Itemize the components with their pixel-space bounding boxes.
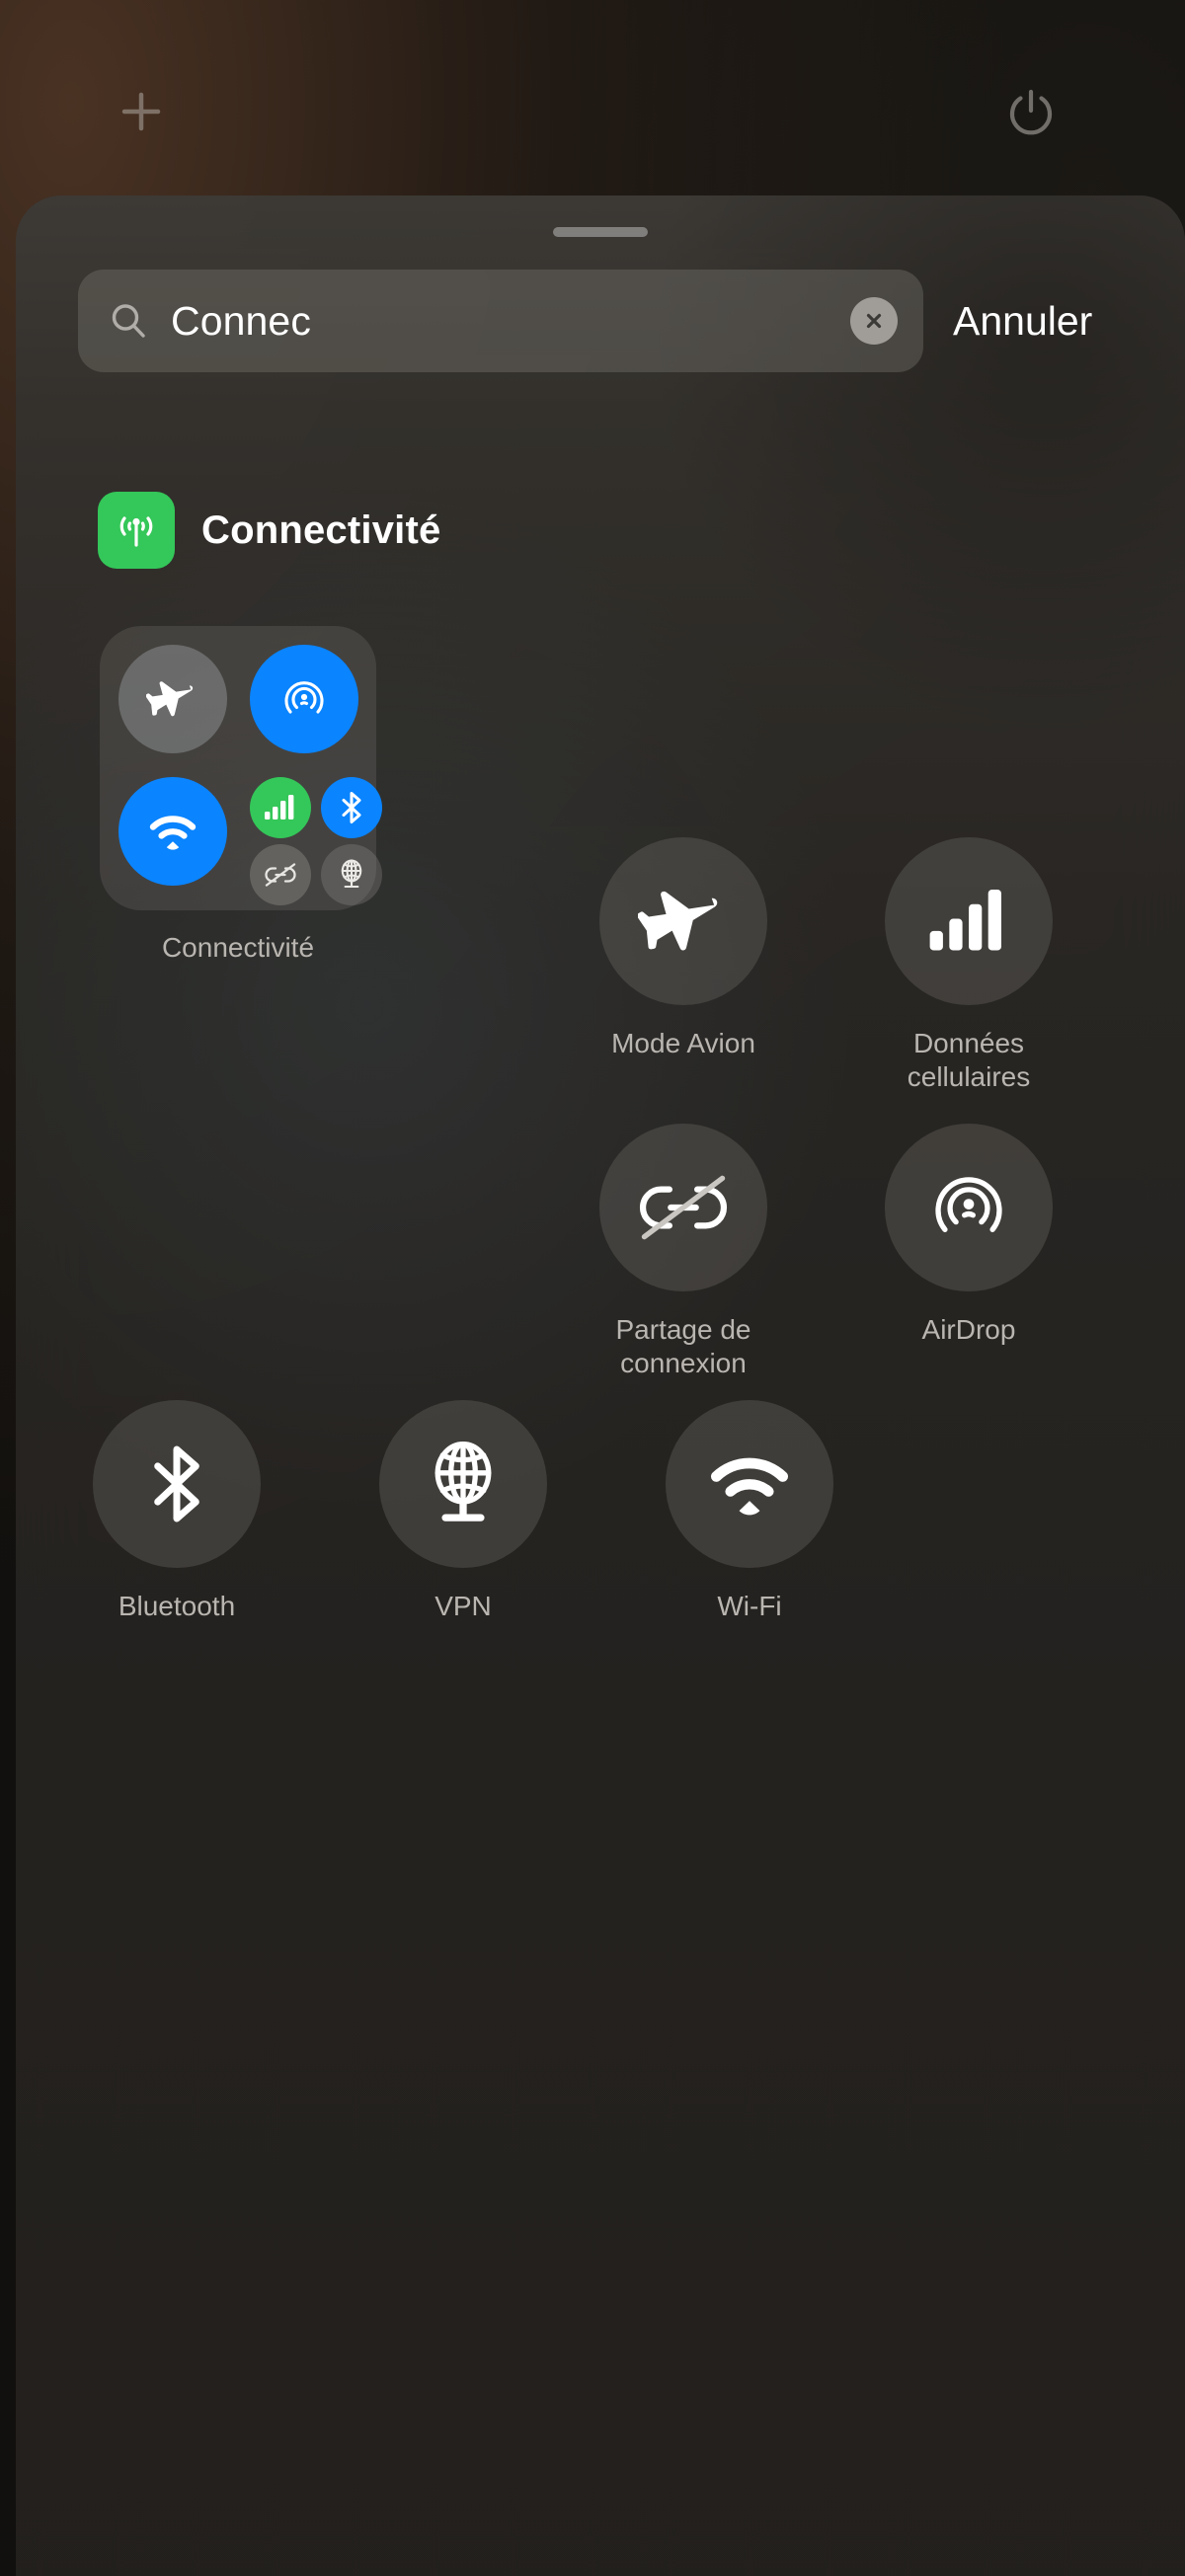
search-row: Connec Annuler bbox=[78, 267, 1125, 375]
tile-bluetooth[interactable]: Bluetooth bbox=[80, 1400, 274, 1623]
bluetooth-icon bbox=[154, 1445, 199, 1522]
power-icon[interactable] bbox=[1000, 81, 1062, 142]
bluetooth-icon bbox=[342, 792, 361, 823]
airdrop-icon bbox=[284, 681, 324, 714]
tile-airplane-mode[interactable]: Mode Avion bbox=[587, 837, 780, 1060]
wifi-icon bbox=[710, 1457, 789, 1516]
tile-wifi-label: Wi-Fi bbox=[717, 1591, 782, 1621]
module-toggle-bluetooth[interactable] bbox=[321, 777, 382, 838]
tile-cellular-data-label: Données cellulaires bbox=[907, 1028, 1031, 1093]
tile-airdrop[interactable]: AirDrop bbox=[872, 1124, 1066, 1347]
tile-airplane-mode-label: Mode Avion bbox=[611, 1028, 755, 1058]
module-toggle-cellular-data[interactable] bbox=[250, 777, 311, 838]
module-toggle-vpn[interactable] bbox=[321, 844, 382, 905]
plus-icon[interactable] bbox=[111, 81, 172, 142]
tile-vpn-label: VPN bbox=[434, 1591, 492, 1621]
control-center-sheet: Connec Annuler Connectivité Connectivité… bbox=[16, 195, 1185, 2576]
section-header-label: Connectivité bbox=[201, 507, 441, 552]
tile-airdrop-label: AirDrop bbox=[921, 1314, 1016, 1345]
hotspot-off-icon bbox=[265, 863, 296, 887]
signal-bars-icon bbox=[265, 795, 294, 820]
wifi-icon bbox=[149, 816, 197, 850]
drag-handle[interactable] bbox=[553, 227, 648, 237]
module-toggle-airplane-mode[interactable] bbox=[118, 645, 227, 753]
hotspot-off-icon bbox=[640, 1175, 727, 1240]
connectivity-broadcast-icon bbox=[98, 492, 175, 569]
vpn-globe-icon bbox=[341, 859, 362, 889]
airplane-icon bbox=[638, 891, 718, 951]
search-icon bbox=[108, 300, 149, 342]
connectivity-module[interactable]: Connectivité bbox=[100, 626, 382, 964]
tile-personal-hotspot[interactable]: Partage de connexion bbox=[587, 1124, 780, 1380]
signal-bars-icon bbox=[929, 890, 1001, 951]
module-toggle-wifi[interactable] bbox=[118, 777, 227, 886]
status-bar bbox=[0, 0, 1185, 197]
search-input-value[interactable]: Connec bbox=[171, 298, 850, 345]
tile-cellular-data[interactable]: Données cellulaires bbox=[872, 837, 1066, 1094]
clear-search-button[interactable] bbox=[850, 297, 898, 345]
tile-vpn[interactable]: VPN bbox=[366, 1400, 560, 1623]
vpn-globe-icon bbox=[434, 1442, 492, 1522]
connectivity-module-label: Connectivité bbox=[161, 932, 315, 963]
module-toggle-airdrop[interactable] bbox=[250, 645, 358, 753]
airdrop-icon bbox=[935, 1177, 1002, 1233]
tile-vpn-circle[interactable] bbox=[379, 1400, 547, 1568]
tile-airdrop-circle[interactable] bbox=[885, 1124, 1053, 1291]
tile-wifi-circle[interactable] bbox=[666, 1400, 833, 1568]
search-input[interactable]: Connec bbox=[78, 270, 923, 372]
connectivity-module-box bbox=[100, 626, 382, 910]
tile-personal-hotspot-circle[interactable] bbox=[599, 1124, 767, 1291]
tile-airplane-mode-circle[interactable] bbox=[599, 837, 767, 1005]
tile-personal-hotspot-label: Partage de connexion bbox=[615, 1314, 751, 1379]
tile-bluetooth-circle[interactable] bbox=[93, 1400, 261, 1568]
tile-bluetooth-label: Bluetooth bbox=[118, 1591, 236, 1621]
cancel-search-button[interactable]: Annuler bbox=[953, 298, 1092, 345]
tile-wifi[interactable]: Wi-Fi bbox=[653, 1400, 846, 1623]
module-toggle-hotspot[interactable] bbox=[250, 844, 311, 905]
search-results: Connectivité Connectivité Mode Avion Don… bbox=[16, 195, 1185, 2576]
tile-cellular-data-circle[interactable] bbox=[885, 837, 1053, 1005]
airplane-icon bbox=[146, 681, 194, 717]
section-header-connectivity[interactable]: Connectivité bbox=[98, 492, 440, 569]
